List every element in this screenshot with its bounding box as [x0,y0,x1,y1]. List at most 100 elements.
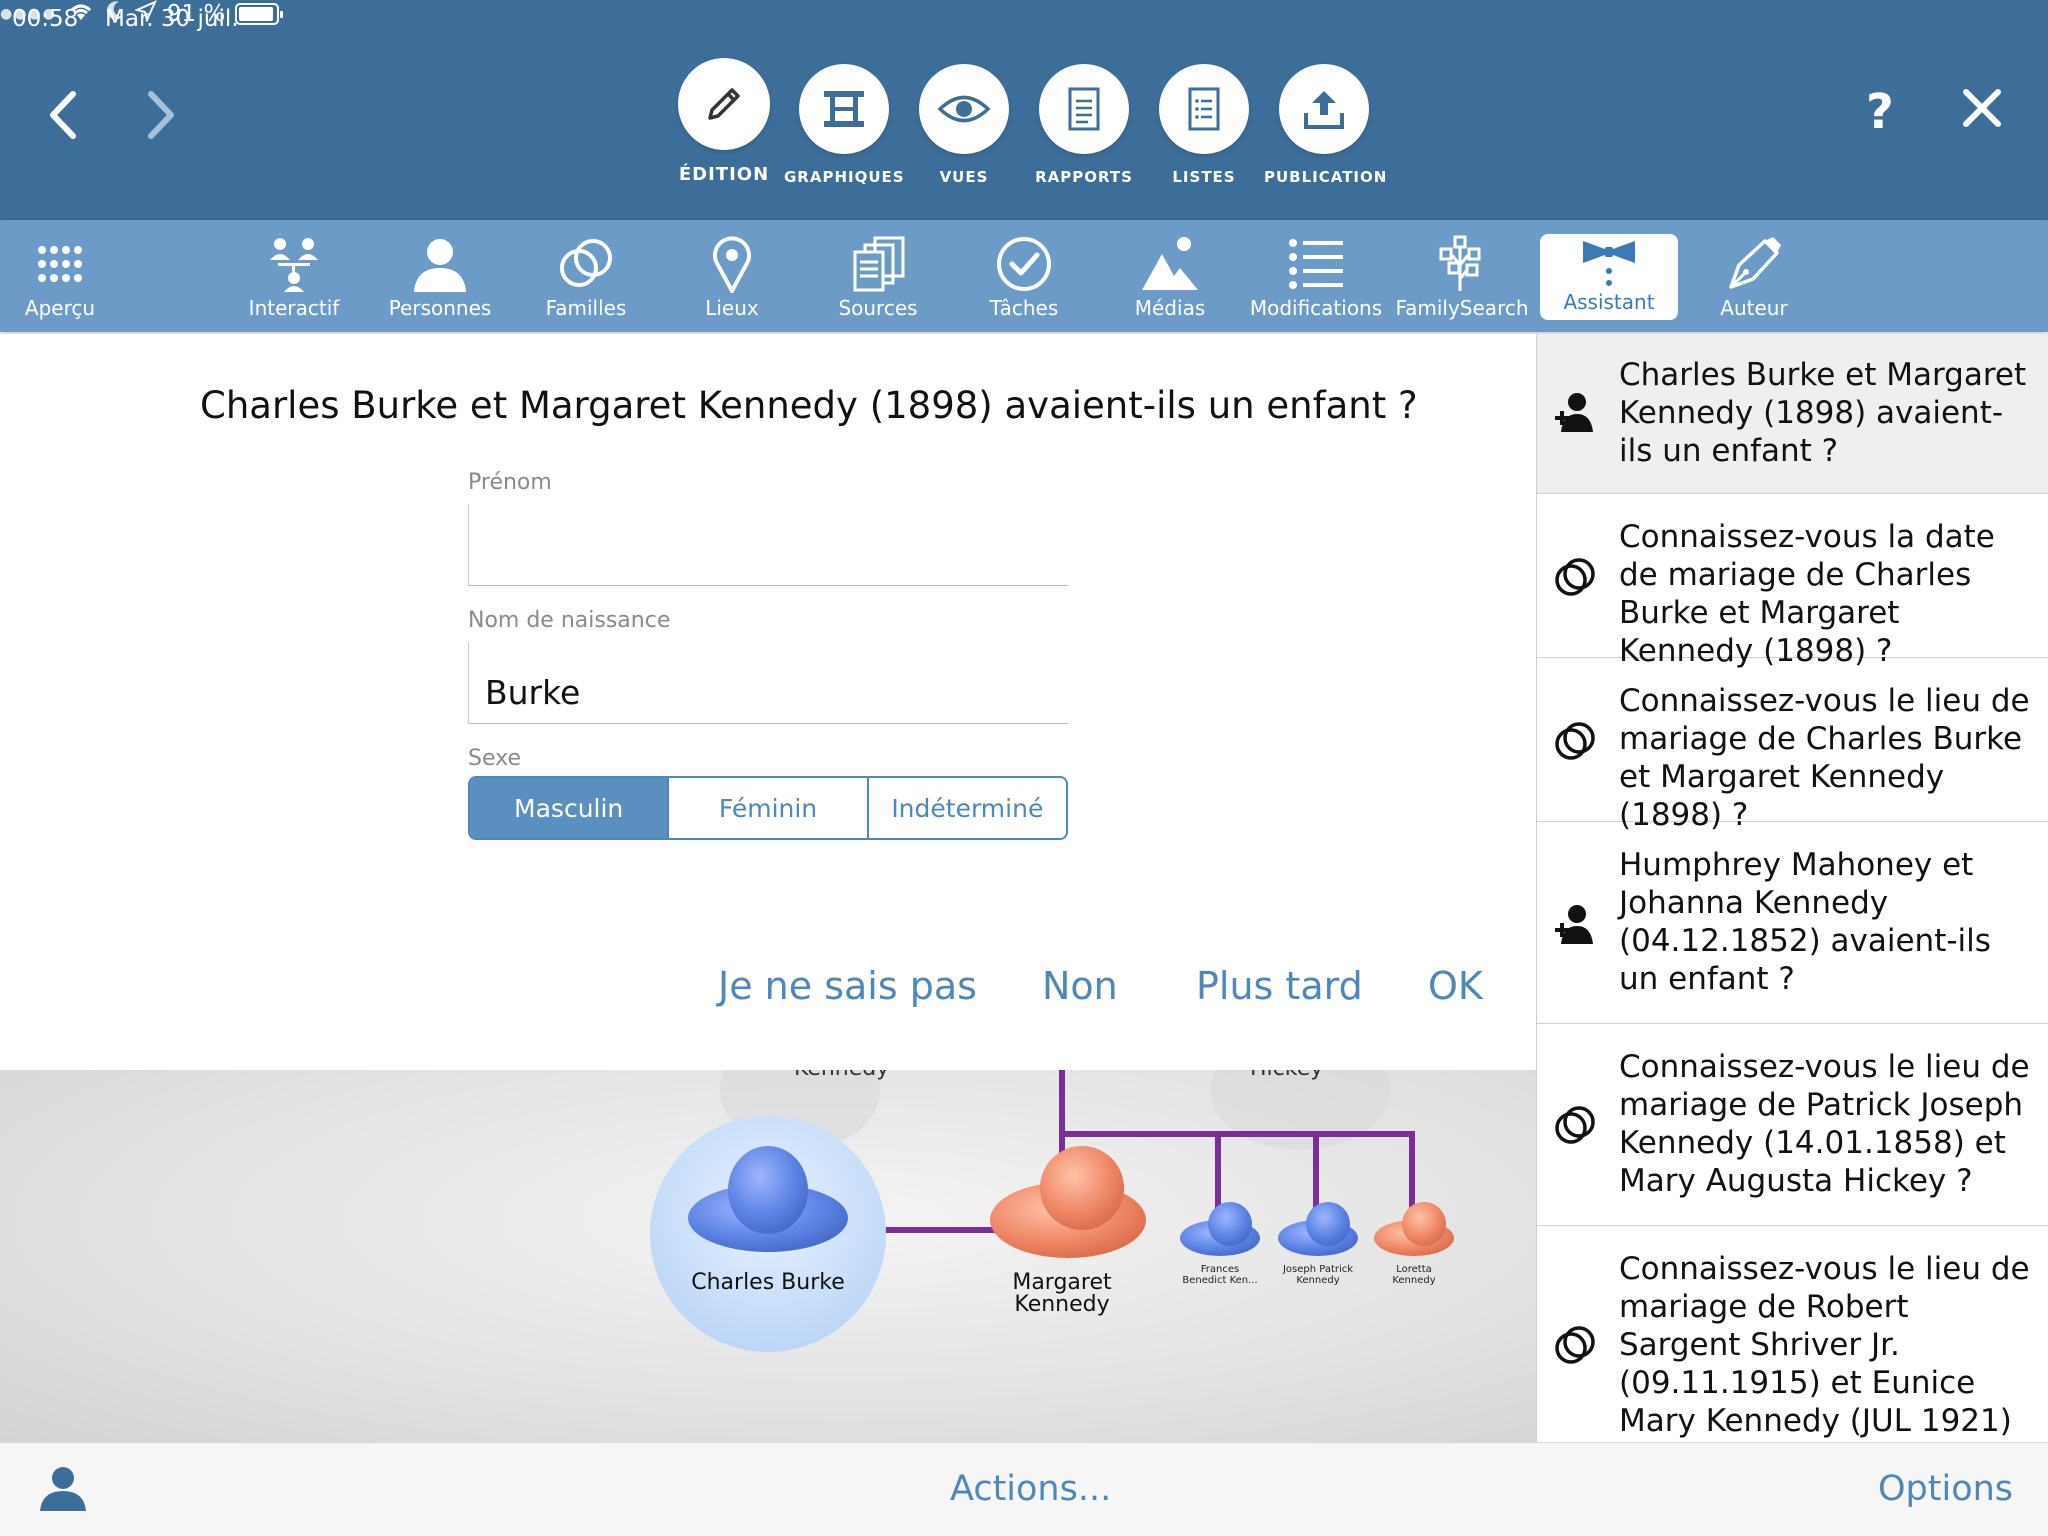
child-avatar[interactable] [1278,1202,1358,1256]
assistant-question-list: Charles Burke et Margaret Kennedy (1898)… [1536,334,2048,1442]
sex-option-feminin[interactable]: Féminin [669,778,869,838]
person-name-label: Charles Burke [691,1270,845,1295]
section-toolbar: Aperçu Interactif Personnes Familles Lie… [0,220,2048,332]
chart-icon [799,64,889,154]
mode-label: LISTES [1172,168,1236,186]
toolbar-item-taches[interactable]: Tâches [954,220,1094,332]
back-chevron-icon[interactable] [32,80,92,150]
mode-rapports-button[interactable]: RAPPORTS [1024,64,1144,186]
sex-segmented-control: Masculin Féminin Indéterminé [468,776,1068,840]
toolbar-item-interactif[interactable]: Interactif [224,220,364,332]
question-list-item[interactable]: Connaissez-vous la date de mariage de Ch… [1537,496,2048,669]
toolbar-item-apercu[interactable]: Aperçu [0,220,130,332]
question-list-item[interactable]: Connaissez-vous le lieu de mariage de Ro… [1537,1228,2048,1442]
toolbar-item-familysearch[interactable]: FamilySearch [1392,220,1532,332]
toolbar-item-sources[interactable]: Sources [808,220,948,332]
child-avatar[interactable] [1374,1202,1454,1256]
toolbar-label: Sources [838,296,918,320]
spouse-name-label: Margaret Kennedy [1012,1270,1112,1317]
toolbar-label: Lieux [705,296,759,320]
toolbar-label: Aperçu [24,296,96,320]
mode-label: RAPPORTS [1035,168,1133,186]
toolbar-item-personnes[interactable]: Personnes [370,220,510,332]
sex-option-indetermine[interactable]: Indéterminé [868,778,1066,838]
toolbar-label: FamilySearch [1395,296,1529,320]
birth-name-label: Nom de naissance [468,608,671,633]
person-plus-icon [1553,390,1597,434]
question-list-text: Connaissez-vous le lieu de mariage de Pa… [1619,1049,2030,1199]
signal-dots-icon: ●●●● [0,6,57,22]
check-icon [954,232,1094,296]
pin-icon [662,232,802,296]
sex-option-masculin[interactable]: Masculin [470,778,670,838]
birth-name-field[interactable] [468,642,1068,724]
list-doc-icon [1159,64,1249,154]
battery-icon [235,3,284,25]
dont-know-button[interactable]: Je ne sais pas [718,964,977,1008]
toolbar-item-medias[interactable]: Médias [1100,220,1240,332]
question-list-item[interactable]: Connaissez-vous le lieu de mariage de Pa… [1537,1026,2048,1226]
ok-button[interactable]: OK [1428,964,1483,1008]
list-icon [1246,232,1386,296]
forward-chevron-icon[interactable] [130,80,190,150]
question-list-item[interactable]: Connaissez-vous le lieu de mariage de Ch… [1537,660,2048,833]
question-list-item[interactable]: Charles Burke et Margaret Kennedy (1898)… [1537,334,2048,494]
first-name-field[interactable] [468,504,1068,586]
question-list-text: Connaissez-vous le lieu de mariage de Ro… [1619,1251,2030,1442]
child-name-label: Joseph Patrick Kennedy [1282,1264,1354,1286]
child-name-label: Frances Benedict Ken... [1182,1264,1258,1286]
rings-icon [1553,556,1597,600]
question-list-item[interactable]: Humphrey Mahoney et Johanna Kennedy (04.… [1537,824,2048,1024]
help-button[interactable]: ? [1866,84,1894,140]
question-list-text: Connaissez-vous le lieu de mariage de Ch… [1619,683,2030,833]
mountain-icon [1100,232,1240,296]
toolbar-item-auteur[interactable]: Auteur [1684,220,1824,332]
question-list-text: Humphrey Mahoney et Johanna Kennedy (04.… [1619,847,1991,997]
options-button[interactable]: Options [1878,1469,2013,1509]
tree-canvas [650,1070,1454,1352]
user-icon[interactable] [38,1465,88,1517]
top-header: 00:58 Mar. 30 juil. ●●●● 91 % ÉDITION GR… [0,0,2048,220]
toolbar-label: Assistant [1563,290,1655,314]
toolbar-label: Modifications [1249,296,1383,320]
tree-top-label: Kennedy [794,1070,889,1081]
interactive-tree-view[interactable]: Kennedy Hickey Charles Burke Margaret Ke… [0,1070,1536,1442]
mode-graphiques-button[interactable]: GRAPHIQUES [784,64,904,186]
toolbar-label: Tâches [989,296,1059,320]
rings-icon [516,232,656,296]
toolbar-item-modifications[interactable]: Modifications [1246,220,1386,332]
pencil-icon [678,58,770,150]
mode-vues-button[interactable]: VUES [904,64,1024,186]
toolbar-item-lieux[interactable]: Lieux [662,220,802,332]
question-list-text: Connaissez-vous la date de mariage de Ch… [1619,519,1995,669]
bottom-bar: Actions... Options [0,1442,2048,1536]
toolbar-item-assistant[interactable]: Assistant [1540,234,1678,320]
first-name-label: Prénom [468,470,552,495]
status-indicators: ●●●● 91 % [0,0,2048,28]
toolbar-label: Interactif [248,296,340,320]
mode-listes-button[interactable]: LISTES [1144,64,1264,186]
actions-button[interactable]: Actions... [950,1469,1111,1509]
no-button[interactable]: Non [1042,964,1118,1008]
person-icon [370,232,510,296]
close-icon[interactable] [1958,84,2006,136]
mode-label: PUBLICATION [1264,168,1388,186]
familysearch-icon [1392,232,1532,296]
later-button[interactable]: Plus tard [1196,964,1363,1008]
female-person-avatar[interactable] [990,1146,1146,1258]
upload-icon [1279,64,1369,154]
toolbar-item-familles[interactable]: Familles [516,220,656,332]
assistant-question-panel: Charles Burke et Margaret Kennedy (1898)… [0,334,1536,1068]
status-date: Mar. 30 juil. [105,6,239,32]
child-name-label: Loretta Kennedy [1392,1264,1436,1286]
butler-icon [1540,234,1678,294]
sources-icon [808,232,948,296]
mode-publication-button[interactable]: PUBLICATION [1264,64,1388,186]
rings-icon [1553,1324,1597,1368]
toolbar-label: Auteur [1720,296,1788,320]
toolbar-label: Personnes [388,296,492,320]
sex-label: Sexe [468,746,521,771]
child-avatar[interactable] [1180,1202,1260,1256]
mode-edition-button[interactable]: ÉDITION [664,58,784,185]
rings-icon [1553,1104,1597,1148]
